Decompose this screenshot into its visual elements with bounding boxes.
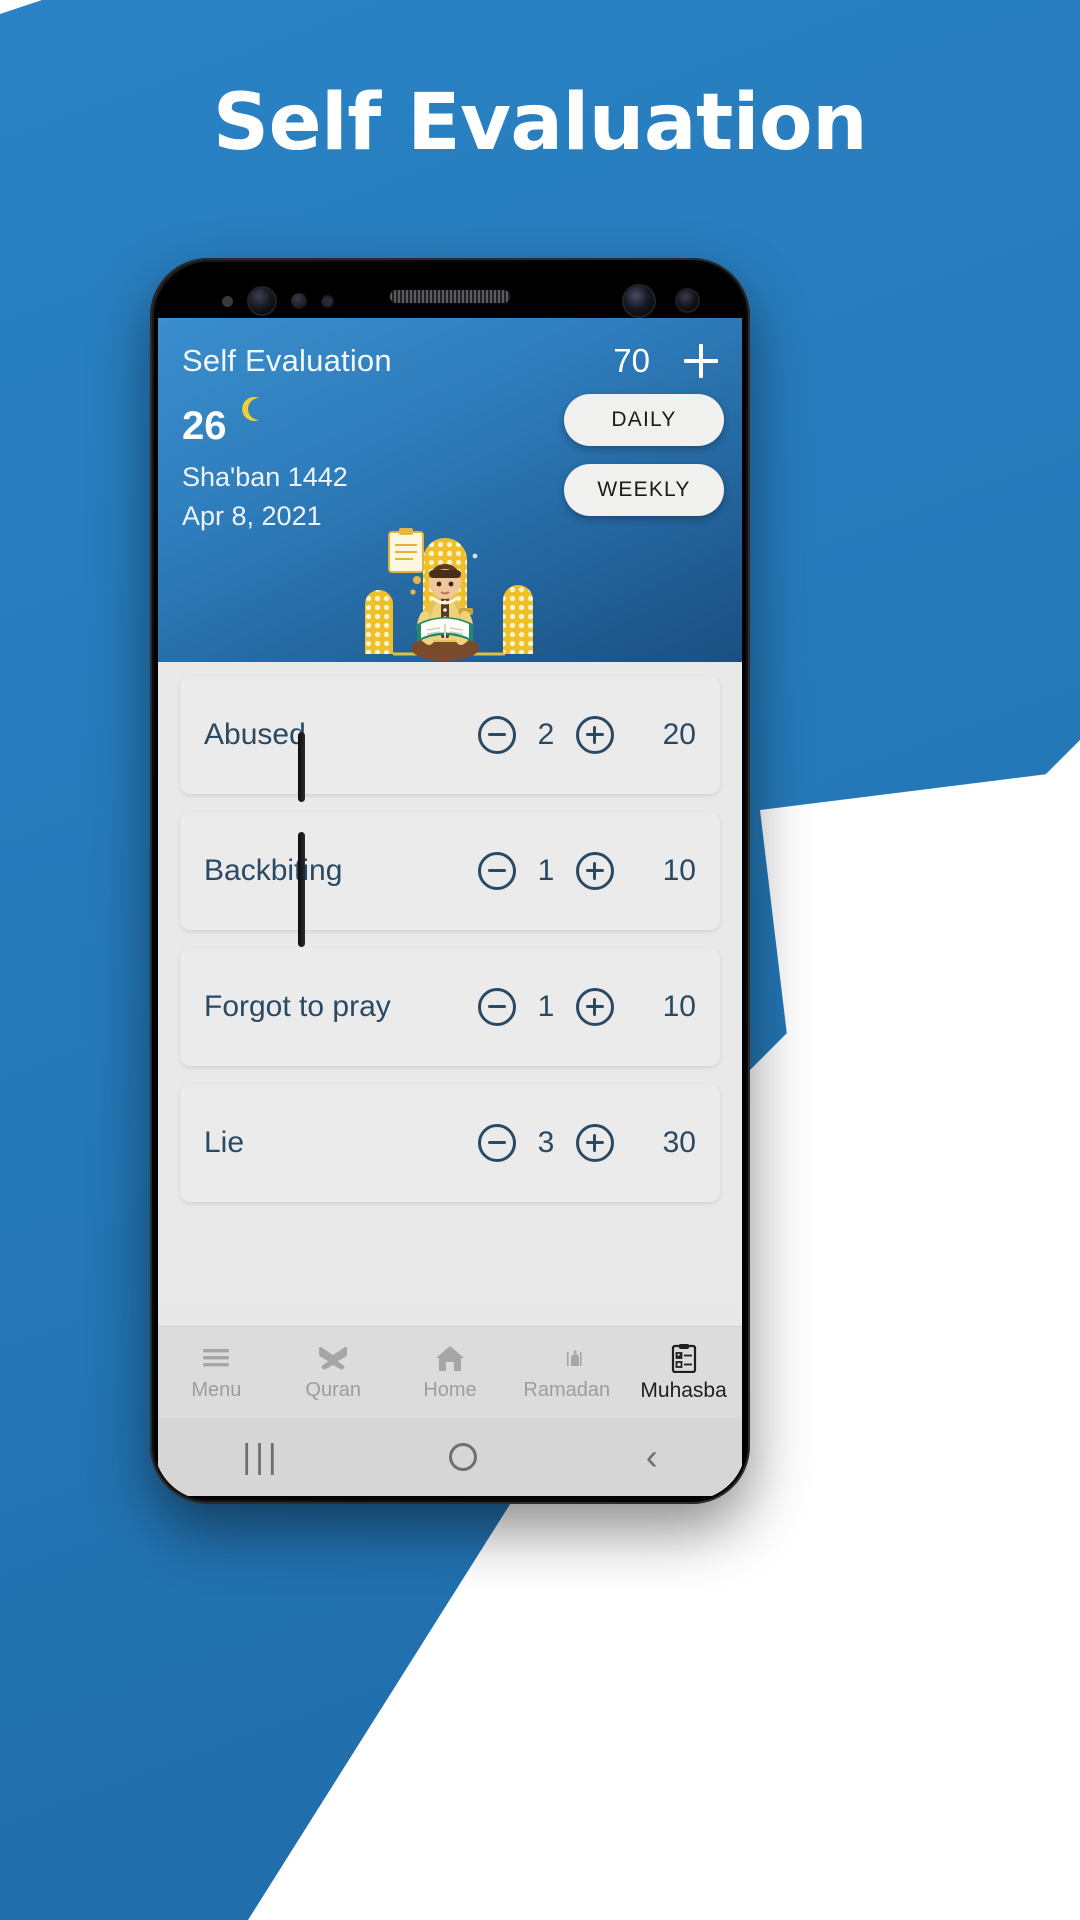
app-header: Self Evaluation 70 26 Sha'ban 1442 Apr 8…	[158, 318, 742, 662]
minus-circle-icon[interactable]	[478, 1124, 516, 1162]
entry-points: 10	[662, 854, 696, 887]
header-date-block: 26 Sha'ban 1442 Apr 8, 2021 DAILY WEEKLY	[182, 394, 724, 661]
table-row[interactable]: Lie 3 30	[180, 1084, 720, 1202]
entry-points: 10	[662, 990, 696, 1023]
app-title: Self Evaluation	[182, 343, 392, 378]
entry-label: Backbiting	[204, 854, 343, 887]
entry-label: Abused	[204, 718, 306, 751]
table-row[interactable]: Forgot to pray 1 10	[180, 948, 720, 1066]
hijri-day-number: 26	[182, 404, 227, 448]
checklist-icon	[667, 1343, 701, 1373]
back-icon[interactable]: ‹	[646, 1436, 658, 1478]
nav-item-quran[interactable]: Quran	[275, 1343, 392, 1402]
nav-label: Home	[423, 1379, 477, 1401]
phone-sensors	[222, 288, 332, 314]
plus-circle-icon[interactable]	[576, 852, 614, 890]
iris-scanner-icon	[291, 293, 307, 309]
android-system-bar: ||| ‹	[158, 1418, 742, 1496]
person-reading-quran-illustration	[355, 504, 545, 674]
weekly-button[interactable]: WEEKLY	[564, 464, 724, 516]
nav-label: Menu	[191, 1379, 242, 1401]
minus-circle-icon[interactable]	[478, 852, 516, 890]
home-circle-icon[interactable]	[449, 1443, 478, 1471]
bottom-navigation: Menu Quran Home Ramadan Muhasba	[158, 1326, 742, 1418]
entry-stepper: 3	[478, 1124, 614, 1162]
entry-stepper: 1	[478, 852, 614, 890]
mosque-crescent-icon	[550, 1343, 584, 1373]
recent-apps-icon[interactable]: |||	[242, 1438, 281, 1477]
table-row[interactable]: Backbiting 1 10	[180, 812, 720, 930]
entry-count: 3	[537, 1126, 555, 1159]
open-quran-icon	[316, 1343, 350, 1373]
evaluation-list: Abused 2 20 Backbiting 1 10 Forgot to pr…	[158, 662, 742, 1302]
daily-button[interactable]: DAILY	[564, 394, 724, 446]
plus-circle-icon[interactable]	[576, 716, 614, 754]
table-row[interactable]: Abused 2 20	[180, 676, 720, 794]
entry-stepper: 2	[478, 716, 614, 754]
entry-label: Lie	[204, 1126, 245, 1159]
phone-screen: Self Evaluation 70 26 Sha'ban 1442 Apr 8…	[158, 318, 742, 1496]
promo-background: Self Evaluation Self Evaluation 70 26 Sh…	[0, 0, 1080, 1920]
earpiece-speaker-icon	[390, 290, 510, 303]
minus-circle-icon[interactable]	[478, 716, 516, 754]
app-header-top-bar: Self Evaluation 70	[182, 336, 718, 380]
proximity-sensor-icon	[323, 296, 332, 306]
sensor-dot-icon	[222, 295, 233, 307]
secondary-camera-icon	[624, 286, 654, 316]
volume-up-button[interactable]	[298, 732, 305, 802]
entry-points: 20	[662, 718, 696, 751]
phone-mockup: Self Evaluation 70 26 Sha'ban 1442 Apr 8…	[150, 258, 750, 1504]
hamburger-menu-icon	[199, 1343, 233, 1373]
entry-stepper: 1	[478, 988, 614, 1026]
plus-circle-icon[interactable]	[576, 988, 614, 1026]
phone-body: Self Evaluation 70 26 Sha'ban 1442 Apr 8…	[154, 262, 746, 1500]
promo-title: Self Evaluation	[212, 78, 868, 168]
nav-item-menu[interactable]: Menu	[158, 1343, 275, 1402]
total-score: 70	[613, 342, 650, 379]
mode-toggle-group: DAILY WEEKLY	[564, 394, 724, 516]
add-entry-icon[interactable]	[684, 344, 718, 378]
entry-count: 1	[537, 990, 555, 1023]
nav-label: Muhasba	[640, 1378, 727, 1402]
nav-label: Ramadan	[523, 1379, 611, 1401]
nav-item-muhasba[interactable]: Muhasba	[625, 1343, 742, 1403]
volume-down-button[interactable]	[298, 832, 305, 947]
crescent-moon-icon	[237, 394, 267, 424]
entry-count: 1	[537, 854, 555, 887]
front-camera-icon	[249, 288, 275, 314]
home-icon	[433, 1343, 467, 1373]
nav-item-home[interactable]: Home	[392, 1343, 509, 1402]
nav-label: Quran	[305, 1379, 361, 1401]
entry-count: 2	[537, 718, 555, 751]
led-indicator-icon	[677, 290, 698, 311]
entry-label: Forgot to pray	[204, 990, 391, 1023]
nav-item-ramadan[interactable]: Ramadan	[508, 1343, 625, 1402]
plus-circle-icon[interactable]	[576, 1124, 614, 1162]
entry-points: 30	[662, 1126, 696, 1159]
minus-circle-icon[interactable]	[478, 988, 516, 1026]
header-actions: 70	[613, 342, 718, 380]
